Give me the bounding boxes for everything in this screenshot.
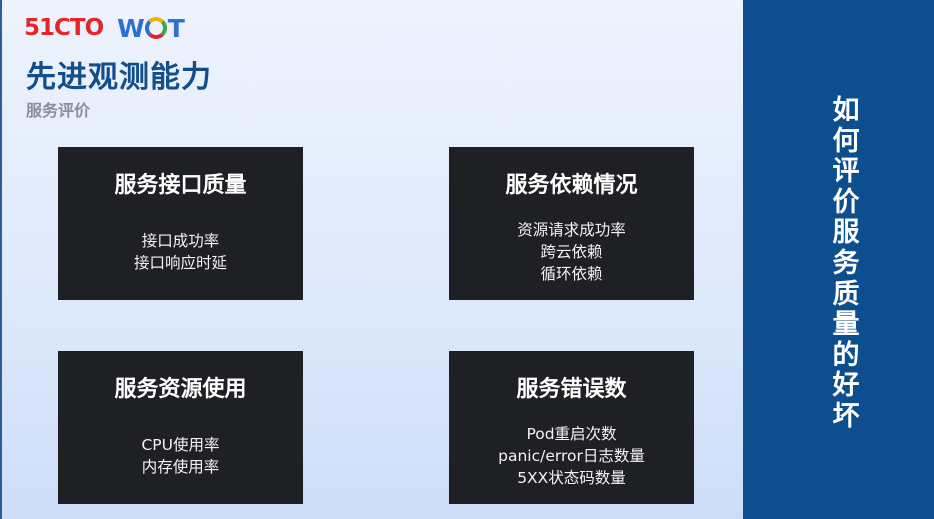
card-dependency: 服务依赖情况 资源请求成功率 跨云依赖 循环依赖 xyxy=(449,147,694,300)
card-item: 内存使用率 xyxy=(141,457,220,476)
card-item: 循环依赖 xyxy=(540,264,603,283)
sidebar-char: 量 xyxy=(832,309,860,341)
card-item: 接口成功率 xyxy=(141,231,220,250)
card-resource-usage: 服务资源使用 CPU使用率 内存使用率 xyxy=(58,351,303,504)
sidebar-char: 何 xyxy=(832,125,860,157)
card-item: panic/error日志数量 xyxy=(498,446,645,465)
sidebar-char: 评 xyxy=(832,156,860,188)
page-subtitle: 服务评价 xyxy=(26,101,91,120)
card-items: Pod重启次数 panic/error日志数量 5XX状态码数量 xyxy=(449,351,694,504)
card-item: 接口响应时延 xyxy=(133,253,227,272)
sidebar-char: 的 xyxy=(832,339,860,371)
sidebar-char: 如 xyxy=(832,95,860,126)
sidebar-vertical-text: 如何评价服务质量的好坏 xyxy=(820,95,872,433)
logo-wot-w: W xyxy=(117,13,145,43)
card-items: 资源请求成功率 跨云依赖 循环依赖 xyxy=(449,147,694,300)
card-item: 5XX状态码数量 xyxy=(517,468,626,487)
card-items: 接口成功率 接口响应时延 xyxy=(58,147,303,300)
card-items: CPU使用率 内存使用率 xyxy=(58,351,303,504)
logo: 51CTO W T xyxy=(24,13,185,43)
logo-wot: W T xyxy=(117,13,185,43)
sidebar-char: 质 xyxy=(832,278,860,310)
sidebar-char: 价 xyxy=(832,186,860,218)
card-error-count: 服务错误数 Pod重启次数 panic/error日志数量 5XX状态码数量 xyxy=(449,351,694,504)
sidebar-char: 服 xyxy=(832,217,860,249)
logo-ring-icon xyxy=(144,17,167,39)
card-item: Pod重启次数 xyxy=(526,424,617,443)
page-title: 先进观测能力 xyxy=(26,60,212,95)
card-item: 跨云依赖 xyxy=(540,242,603,261)
card-interface-quality: 服务接口质量 接口成功率 接口响应时延 xyxy=(58,147,303,300)
card-item: 资源请求成功率 xyxy=(517,220,626,239)
logo-wot-t: T xyxy=(167,13,185,43)
sidebar-char: 坏 xyxy=(832,400,860,432)
sidebar-char: 好 xyxy=(832,370,860,402)
card-item: CPU使用率 xyxy=(141,435,220,454)
logo-51cto: 51CTO xyxy=(24,15,104,41)
sidebar-char: 务 xyxy=(832,247,860,279)
